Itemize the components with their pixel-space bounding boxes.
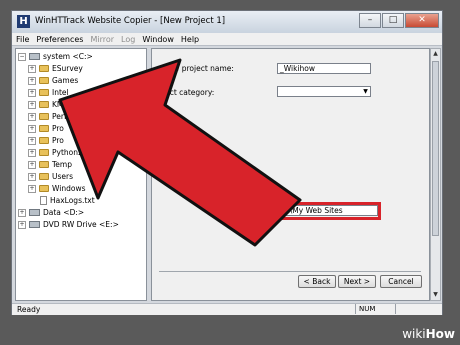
project-category-label: ject category:	[163, 88, 215, 97]
window-title: WinHTTrack Website Copier - [New Project…	[35, 16, 226, 26]
status-bar: Ready NUM	[12, 303, 442, 315]
tree-item-label: DVD RW Drive <E:>	[43, 220, 119, 229]
vertical-scrollbar[interactable]: ▲ ▼	[430, 48, 441, 301]
tree-item-folder[interactable]: + Games	[28, 75, 78, 86]
expand-icon[interactable]: +	[28, 136, 36, 145]
folder-icon	[39, 185, 49, 192]
expand-icon[interactable]: +	[28, 124, 36, 133]
folder-icon	[39, 125, 49, 132]
status-text: Ready	[17, 305, 41, 314]
tree-item-folder[interactable]: + Temp	[28, 159, 72, 170]
close-button[interactable]: ✕	[405, 13, 439, 28]
expand-icon[interactable]: +	[28, 64, 36, 73]
tree-item-label: Perfl	[52, 112, 69, 121]
tree-item-label: Data <D:>	[43, 208, 85, 217]
tree-item-label: Windows	[52, 184, 86, 193]
tree-item-label: HaxLogs.txt	[50, 196, 95, 205]
expand-icon[interactable]: +	[28, 100, 36, 109]
project-name-label: New project name:	[163, 64, 234, 73]
tree-item-folder[interactable]: + Pro	[28, 123, 64, 134]
tree-item-label: Games	[52, 76, 79, 85]
base-path-label: ct	[163, 117, 171, 126]
tree-item-drive[interactable]: + DVD RW Drive <E:>	[18, 219, 119, 230]
minimize-button[interactable]: –	[359, 13, 381, 28]
tree-item-file[interactable]: HaxLogs.txt	[40, 195, 95, 206]
dvd-drive-icon	[29, 221, 40, 228]
folder-icon	[39, 149, 49, 156]
httrack-app-icon: H	[17, 15, 30, 28]
watermark-brand: wiki	[402, 327, 426, 341]
drive-icon	[29, 209, 40, 216]
num-lock-indicator: NUM	[355, 304, 395, 314]
tree-item-label: Users	[52, 172, 74, 181]
title-bar[interactable]: H WinHTTrack Website Copier - [New Proje…	[12, 11, 442, 34]
folder-icon	[39, 137, 49, 144]
tree-item-folder[interactable]: + Perfl	[28, 111, 69, 122]
tree-item-label: Temp	[52, 160, 72, 169]
expand-icon[interactable]: +	[28, 88, 36, 97]
menu-bar: File Preferences Mirror Log Window Help	[12, 33, 442, 46]
expand-icon[interactable]: +	[28, 112, 36, 121]
menu-log[interactable]: Log	[121, 35, 135, 44]
scroll-thumb[interactable]	[432, 61, 439, 236]
text-file-icon	[40, 196, 47, 205]
project-category-combo[interactable]: ▼	[277, 86, 371, 97]
menu-help[interactable]: Help	[181, 35, 199, 44]
wikihow-watermark: wikiHow	[402, 327, 455, 341]
tree-item-folder[interactable]: + Pro	[28, 135, 64, 146]
folder-icon	[39, 101, 49, 108]
folder-icon	[39, 161, 49, 168]
background-band	[0, 315, 460, 345]
highlight-box	[276, 202, 381, 220]
expand-icon[interactable]: +	[28, 172, 36, 181]
expand-icon[interactable]: +	[28, 76, 36, 85]
folder-icon	[39, 173, 49, 180]
tree-item-label: KMPlayer	[52, 100, 87, 109]
folder-icon	[39, 113, 49, 120]
tree-item-label: Python2	[52, 148, 83, 157]
back-button[interactable]: < Back	[298, 275, 336, 288]
tree-item-folder[interactable]: + Users	[28, 171, 73, 182]
project-name-input[interactable]: _Wikihow	[277, 63, 371, 74]
tree-item-label: ESurvey	[52, 64, 83, 73]
tree-item-system[interactable]: − system <C:>	[18, 51, 93, 62]
menu-file[interactable]: File	[16, 35, 29, 44]
tree-item-label: Pro	[52, 136, 64, 145]
folder-icon	[39, 65, 49, 72]
tree-item-folder[interactable]: + KMPlayer	[28, 99, 87, 110]
cancel-button[interactable]: Cancel	[380, 275, 422, 288]
tree-item-folder[interactable]: + ESurvey	[28, 63, 83, 74]
tree-item-folder[interactable]: + Intel	[28, 87, 69, 98]
window-controls: – □ ✕	[358, 13, 439, 29]
expand-icon[interactable]: +	[28, 184, 36, 193]
watermark-suffix: How	[425, 327, 455, 341]
chevron-down-icon[interactable]: ▼	[361, 87, 370, 96]
folder-tree[interactable]: − system <C:> + ESurvey + Games + Intel …	[15, 48, 147, 301]
collapse-icon[interactable]: −	[18, 52, 26, 61]
folder-icon	[39, 89, 49, 96]
expand-icon[interactable]: +	[28, 160, 36, 169]
drive-icon	[29, 53, 40, 60]
tree-item-folder[interactable]: + Python2	[28, 147, 83, 158]
scroll-down-icon[interactable]: ▼	[431, 290, 440, 300]
menu-mirror[interactable]: Mirror	[90, 35, 114, 44]
status-cell-empty	[395, 304, 417, 314]
tree-item-label: Intel	[52, 88, 69, 97]
folder-icon	[39, 77, 49, 84]
maximize-button[interactable]: □	[382, 13, 404, 28]
next-button[interactable]: Next >	[338, 275, 376, 288]
tree-item-folder[interactable]: + Windows	[28, 183, 85, 194]
menu-preferences[interactable]: Preferences	[36, 35, 83, 44]
tree-item-drive[interactable]: + Data <D:>	[18, 207, 84, 218]
scroll-up-icon[interactable]: ▲	[431, 49, 440, 59]
tree-item-label: Pro	[52, 124, 64, 133]
expand-icon[interactable]: +	[28, 148, 36, 157]
menu-window[interactable]: Window	[142, 35, 174, 44]
expand-icon[interactable]: +	[18, 208, 26, 217]
expand-icon[interactable]: +	[18, 220, 26, 229]
app-window: H WinHTTrack Website Copier - [New Proje…	[11, 10, 443, 315]
tree-item-label: system <C:>	[43, 52, 93, 61]
button-separator	[159, 271, 421, 272]
